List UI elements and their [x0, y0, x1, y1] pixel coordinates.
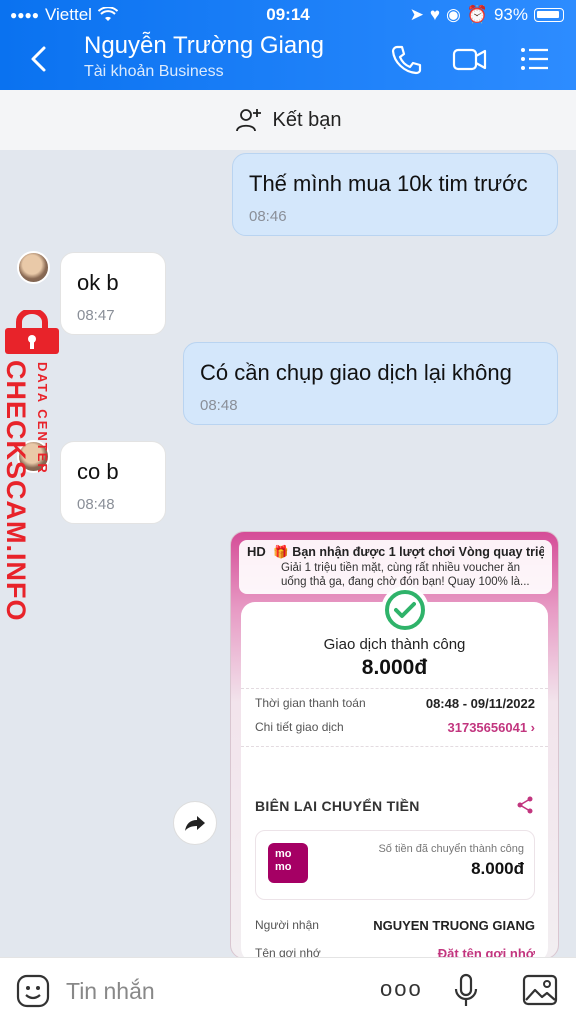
momo-logo: mo mo [268, 843, 308, 883]
avatar[interactable] [17, 251, 50, 284]
status-bar: ●●●● Viettel 09:14 ➤ ♥ ◉ ⏰ 93% [0, 0, 576, 30]
detail-row: Chi tiết giao dịch 31735656041 › [255, 720, 535, 735]
transaction-amount: 8.000đ [361, 656, 428, 679]
recipient-row: Người nhận NGUYEN TRUONG GIANG [255, 918, 535, 933]
sticker-icon[interactable] [16, 974, 50, 1008]
image-icon[interactable] [522, 973, 558, 1007]
chat-header: ●●●● Viettel 09:14 ➤ ♥ ◉ ⏰ 93% Nguyễn Tr… [0, 0, 576, 90]
composer-bar: Tin nhắn ooo [0, 957, 576, 1024]
transfer-summary: mo mo Số tiền đã chuyển thành công 8.000… [255, 830, 535, 900]
message-text: Có cần chụp giao dịch lại không [200, 360, 512, 385]
receipt-card: Giao dịch thành công 8.000đ Thời gian th… [241, 586, 548, 958]
notification-badge: HD [247, 544, 266, 559]
message-input[interactable]: Tin nhắn [66, 978, 155, 1005]
message-text: ok b [77, 270, 119, 295]
notification-title: 🎁 Bạn nhận được 1 lượt chơi Vòng quay tr… [273, 545, 544, 559]
location-icon: ➤ [409, 5, 424, 24]
pay-time-label: Thời gian thanh toán [255, 696, 366, 710]
detail-value: 31735656041 › [447, 720, 535, 735]
forward-icon [185, 816, 205, 831]
divider [241, 746, 548, 747]
watermark-subtext: DATA CENTER [35, 362, 50, 475]
menu-icon[interactable] [516, 42, 552, 76]
more-options-icon[interactable]: ooo [380, 976, 423, 1002]
success-check-icon [381, 586, 429, 634]
message-time: 08:46 [249, 208, 287, 225]
sent-label: Số tiền đã chuyển thành công [378, 843, 524, 855]
message-bubble-incoming[interactable]: ok b 08:47 [60, 252, 166, 335]
pay-time-row: Thời gian thanh toán 08:48 - 09/11/2022 [255, 696, 535, 711]
back-icon[interactable] [22, 40, 56, 78]
receipt-image[interactable]: HD 🎁 Bạn nhận được 1 lượt chơi Vòng quay… [230, 531, 559, 959]
watermark-text: CHECKSCAM.INFO [1, 360, 31, 622]
message-time: 08:48 [77, 496, 115, 513]
detail-label: Chi tiết giao dịch [255, 720, 344, 734]
notification-body: Giải 1 triệu tiền mặt, cùng rất nhiều vo… [281, 562, 530, 588]
lock-rotation-icon: ◉ [445, 5, 461, 24]
receipt-section-title: BIÊN LAI CHUYỂN TIỀN [255, 798, 420, 814]
forward-button[interactable] [173, 801, 217, 845]
share-icon [517, 796, 533, 814]
message-bubble-outgoing[interactable]: Có cần chụp giao dịch lại không 08:48 [183, 342, 558, 425]
recipient-value: NGUYEN TRUONG GIANG [373, 918, 535, 933]
contact-name[interactable]: Nguyễn Trường Giang [84, 32, 324, 60]
recipient-label: Người nhận [255, 918, 319, 932]
message-bubble-incoming[interactable]: co b 08:48 [60, 441, 166, 524]
account-type: Tài khoản Business [84, 63, 224, 80]
battery-percent: 93% [493, 5, 528, 24]
message-time: 08:48 [200, 397, 238, 414]
message-time: 08:47 [77, 307, 115, 324]
notification-title-row: HD 🎁 Bạn nhận được 1 lượt chơi Vòng quay… [247, 544, 544, 560]
alarm-icon: ⏰ [466, 5, 488, 24]
message-text: Thế mình mua 10k tim trước [249, 171, 528, 196]
pay-time-value: 08:48 - 09/11/2022 [425, 696, 535, 711]
heart-icon: ♥ [429, 5, 440, 24]
status-right: ➤ ♥ ◉ ⏰ 93% [410, 5, 564, 25]
message-text: co b [77, 459, 119, 484]
message-bubble-outgoing[interactable]: Thế mình mua 10k tim trước 08:46 [232, 153, 558, 236]
video-call-icon[interactable] [452, 42, 488, 76]
add-friend-button[interactable]: Kết bạn [0, 90, 576, 150]
divider [241, 688, 548, 689]
transaction-status: Giao dịch thành công [323, 636, 466, 653]
microphone-icon[interactable] [453, 973, 479, 1009]
lock-watermark-icon [5, 310, 59, 354]
notification-banner: HD 🎁 Bạn nhận được 1 lượt chơi Vòng quay… [239, 540, 552, 594]
add-person-icon [235, 109, 261, 132]
add-friend-label: Kết bạn [272, 108, 342, 131]
sent-value: 8.000đ [471, 859, 524, 878]
battery-icon [534, 8, 564, 22]
phone-icon[interactable] [388, 42, 424, 76]
